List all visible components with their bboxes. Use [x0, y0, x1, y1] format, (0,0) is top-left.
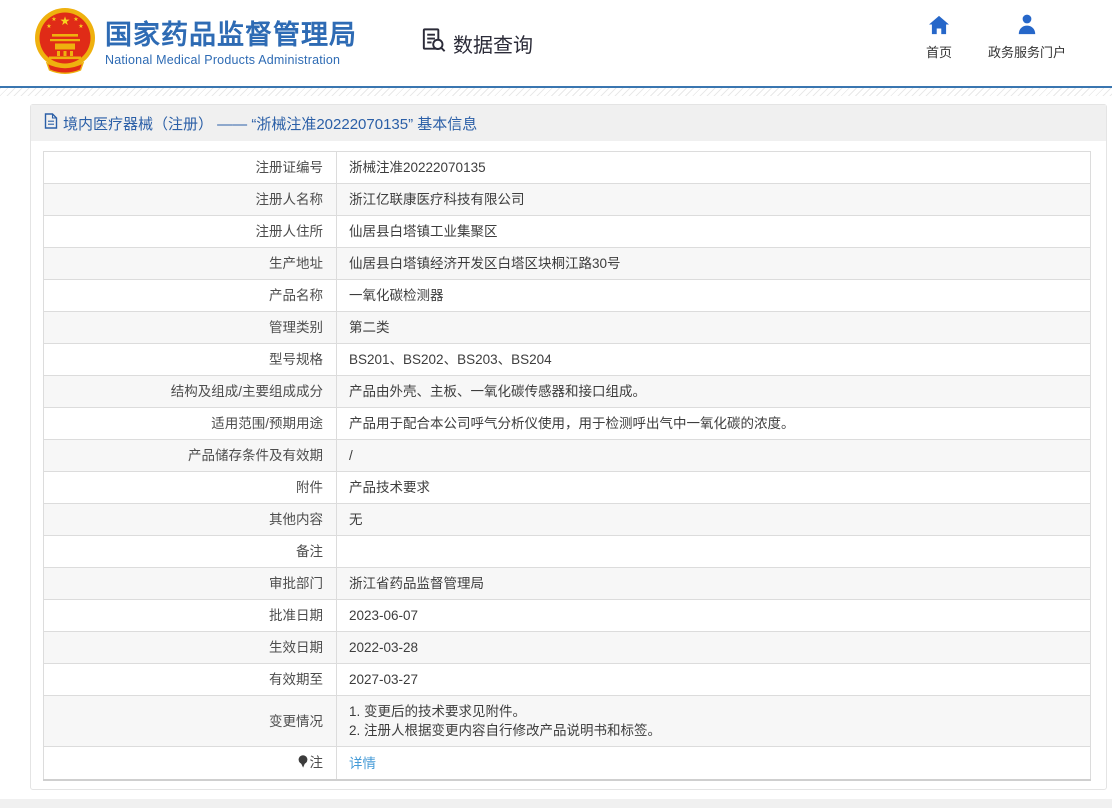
row-label: 批准日期 — [44, 600, 337, 632]
site-header: ★ ★ ★ ★ ★ 国家药品监督管理局 National Medical Pro… — [0, 0, 1112, 86]
table-row: 管理类别第二类 — [44, 312, 1091, 344]
row-value: BS201、BS202、BS203、BS204 — [337, 344, 1091, 376]
table-row: 型号规格BS201、BS202、BS203、BS204 — [44, 344, 1091, 376]
row-value: 详情 — [337, 747, 1091, 781]
row-value: 浙江省药品监督管理局 — [337, 568, 1091, 600]
row-label: 变更情况 — [44, 696, 337, 747]
row-label: 适用范围/预期用途 — [44, 408, 337, 440]
row-value: 浙江亿联康医疗科技有限公司 — [337, 184, 1091, 216]
table-row: 结构及组成/主要组成成分产品由外壳、主板、一氧化碳传感器和接口组成。 — [44, 376, 1091, 408]
row-label: 备注 — [44, 536, 337, 568]
info-table: 注册证编号浙械注准20222070135注册人名称浙江亿联康医疗科技有限公司注册… — [43, 151, 1091, 781]
table-row: 注册证编号浙械注准20222070135 — [44, 152, 1091, 184]
row-label: 型号规格 — [44, 344, 337, 376]
row-label: 注册人名称 — [44, 184, 337, 216]
table-row: 附件产品技术要求 — [44, 472, 1091, 504]
breadcrumb: 境内医疗器械（注册） —— “浙械注准20222070135” 基本信息 — [31, 105, 1106, 141]
svg-text:★: ★ — [60, 14, 71, 28]
row-label: 注册证编号 — [44, 152, 337, 184]
row-label: 管理类别 — [44, 312, 337, 344]
document-icon — [44, 113, 58, 133]
row-label: 有效期至 — [44, 664, 337, 696]
table-row: 生产地址仙居县白塔镇经济开发区白塔区块桐江路30号 — [44, 248, 1091, 280]
top-nav: 首页 政务服务门户 — [926, 13, 1066, 61]
nav-gov-portal[interactable]: 政务服务门户 — [988, 13, 1066, 61]
table-row: 批准日期2023-06-07 — [44, 600, 1091, 632]
row-value: 一氧化碳检测器 — [337, 280, 1091, 312]
row-label: 其他内容 — [44, 504, 337, 536]
details-link[interactable]: 详情 — [349, 756, 376, 771]
row-value: 仙居县白塔镇工业集聚区 — [337, 216, 1091, 248]
content-panel: 境内医疗器械（注册） —— “浙械注准20222070135” 基本信息 注册证… — [30, 104, 1107, 790]
row-label: 生产地址 — [44, 248, 337, 280]
table-row: 审批部门浙江省药品监督管理局 — [44, 568, 1091, 600]
table-row: 其他内容无 — [44, 504, 1091, 536]
row-label: 产品名称 — [44, 280, 337, 312]
row-label: 产品储存条件及有效期 — [44, 440, 337, 472]
row-value: 2023-06-07 — [337, 600, 1091, 632]
row-value: / — [337, 440, 1091, 472]
row-value: 浙械注准20222070135 — [337, 152, 1091, 184]
table-row: 备注 — [44, 536, 1091, 568]
footer-strip — [0, 799, 1112, 808]
table-row: 生效日期2022-03-28 — [44, 632, 1091, 664]
site-subtitle: National Medical Products Administration — [105, 53, 357, 67]
row-label: 注 — [44, 747, 337, 781]
nav-gov-portal-label: 政务服务门户 — [988, 42, 1066, 61]
row-label: 生效日期 — [44, 632, 337, 664]
breadcrumb-text: 境内医疗器械（注册） —— “浙械注准20222070135” 基本信息 — [63, 113, 477, 134]
hatch-strip — [0, 88, 1112, 96]
bulb-icon — [298, 754, 308, 773]
row-value — [337, 536, 1091, 568]
row-value: 产品由外壳、主板、一氧化碳传感器和接口组成。 — [337, 376, 1091, 408]
nav-home-label: 首页 — [926, 42, 952, 61]
row-value: 产品技术要求 — [337, 472, 1091, 504]
row-value: 2027-03-27 — [337, 664, 1091, 696]
row-value: 产品用于配合本公司呼气分析仪使用，用于检测呼出气中一氧化碳的浓度。 — [337, 408, 1091, 440]
row-value: 1. 变更后的技术要求见附件。2. 注册人根据变更内容自行修改产品说明书和标签。 — [337, 696, 1091, 747]
row-value: 2022-03-28 — [337, 632, 1091, 664]
row-value: 第二类 — [337, 312, 1091, 344]
nav-home[interactable]: 首页 — [926, 13, 952, 61]
row-label: 审批部门 — [44, 568, 337, 600]
table-row: 注详情 — [44, 747, 1091, 781]
svg-text:★: ★ — [46, 23, 51, 30]
table-row: 产品储存条件及有效期/ — [44, 440, 1091, 472]
user-icon — [1016, 13, 1038, 35]
table-row: 注册人名称浙江亿联康医疗科技有限公司 — [44, 184, 1091, 216]
nmpa-logo[interactable]: ★ ★ ★ ★ ★ 国家药品监督管理局 National Medical Pro… — [34, 8, 357, 79]
home-icon — [928, 13, 950, 35]
document-search-icon — [419, 26, 448, 61]
row-value: 无 — [337, 504, 1091, 536]
svg-text:★: ★ — [51, 16, 56, 23]
table-row: 变更情况1. 变更后的技术要求见附件。2. 注册人根据变更内容自行修改产品说明书… — [44, 696, 1091, 747]
table-row: 适用范围/预期用途产品用于配合本公司呼气分析仪使用，用于检测呼出气中一氧化碳的浓… — [44, 408, 1091, 440]
registration-info: 注册证编号浙械注准20222070135注册人名称浙江亿联康医疗科技有限公司注册… — [43, 151, 1094, 781]
row-label: 附件 — [44, 472, 337, 504]
national-emblem-icon: ★ ★ ★ ★ ★ — [34, 8, 96, 79]
data-query-label: 数据查询 — [453, 29, 533, 58]
site-title: 国家药品监督管理局 — [105, 20, 357, 50]
svg-text:★: ★ — [78, 23, 83, 30]
data-query-tab[interactable]: 数据查询 — [419, 26, 533, 61]
table-row: 注册人住所仙居县白塔镇工业集聚区 — [44, 216, 1091, 248]
table-row: 产品名称一氧化碳检测器 — [44, 280, 1091, 312]
table-row: 有效期至2027-03-27 — [44, 664, 1091, 696]
row-label: 注册人住所 — [44, 216, 337, 248]
row-label: 结构及组成/主要组成成分 — [44, 376, 337, 408]
row-value: 仙居县白塔镇经济开发区白塔区块桐江路30号 — [337, 248, 1091, 280]
info-table-body: 注册证编号浙械注准20222070135注册人名称浙江亿联康医疗科技有限公司注册… — [44, 152, 1091, 781]
svg-text:★: ★ — [73, 16, 78, 23]
